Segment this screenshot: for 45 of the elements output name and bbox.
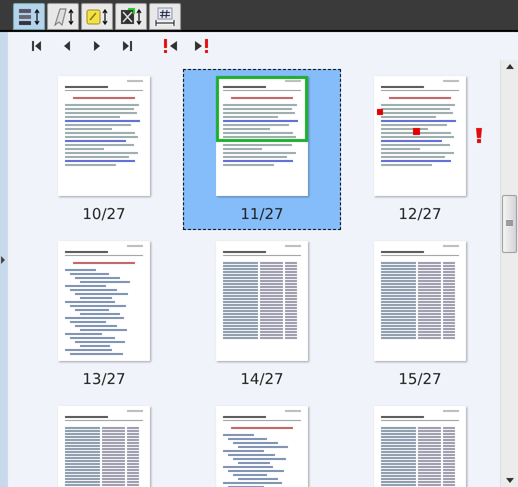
pages-icon <box>17 6 41 26</box>
page-number: 13/27 <box>82 370 126 388</box>
collapse-handle[interactable] <box>0 32 8 487</box>
page-thumbnail[interactable] <box>216 76 308 196</box>
grip-icon <box>506 220 513 227</box>
page-thumbnail[interactable] <box>374 76 466 196</box>
first-page-icon <box>31 40 43 52</box>
warning-icon <box>476 128 482 143</box>
page-cell[interactable]: 15/27 <box>341 234 499 395</box>
page-number: 11/27 <box>240 205 284 223</box>
previous-icon <box>63 40 71 52</box>
viewport-frame[interactable] <box>216 76 308 142</box>
page-cell[interactable]: 11/27 <box>183 69 341 230</box>
page-thumbnail[interactable] <box>216 241 308 361</box>
panel-tab[interactable] <box>149 3 181 30</box>
page-number: 12/27 <box>398 205 442 223</box>
next-icon <box>93 40 101 52</box>
previous-warning-icon <box>163 39 179 53</box>
next-warning-icon <box>193 39 209 53</box>
page-thumbnail[interactable] <box>374 241 466 361</box>
page-cell[interactable]: 14/27 <box>183 234 341 395</box>
page-number: 10/27 <box>82 205 126 223</box>
scroll-up-icon[interactable] <box>506 64 514 69</box>
panel-tab[interactable] <box>47 3 79 30</box>
panel-tab[interactable] <box>13 3 45 30</box>
marker-icon <box>413 128 420 135</box>
marker-icon <box>377 109 383 115</box>
scroll-thumb[interactable] <box>502 194 517 252</box>
page-number: 15/27 <box>398 370 442 388</box>
scroll-down-icon[interactable] <box>506 478 514 483</box>
page-cell[interactable]: 12/27 <box>341 69 499 230</box>
error-icon <box>119 6 143 26</box>
note-icon <box>85 6 109 26</box>
last-page-icon <box>121 40 133 52</box>
scrollbar[interactable] <box>500 60 518 487</box>
page-thumbnail[interactable] <box>58 241 150 361</box>
panel-tab[interactable] <box>81 3 113 30</box>
expand-arrow-icon <box>0 254 6 264</box>
page-cell[interactable]: 10/27 <box>25 69 183 230</box>
page-thumbnail[interactable] <box>58 76 150 196</box>
page-number-icon <box>153 6 177 26</box>
panel-tab[interactable] <box>115 3 147 30</box>
page-cell[interactable]: 13/27 <box>25 234 183 395</box>
page-number: 14/27 <box>240 370 284 388</box>
ribbon-icon <box>51 6 75 26</box>
